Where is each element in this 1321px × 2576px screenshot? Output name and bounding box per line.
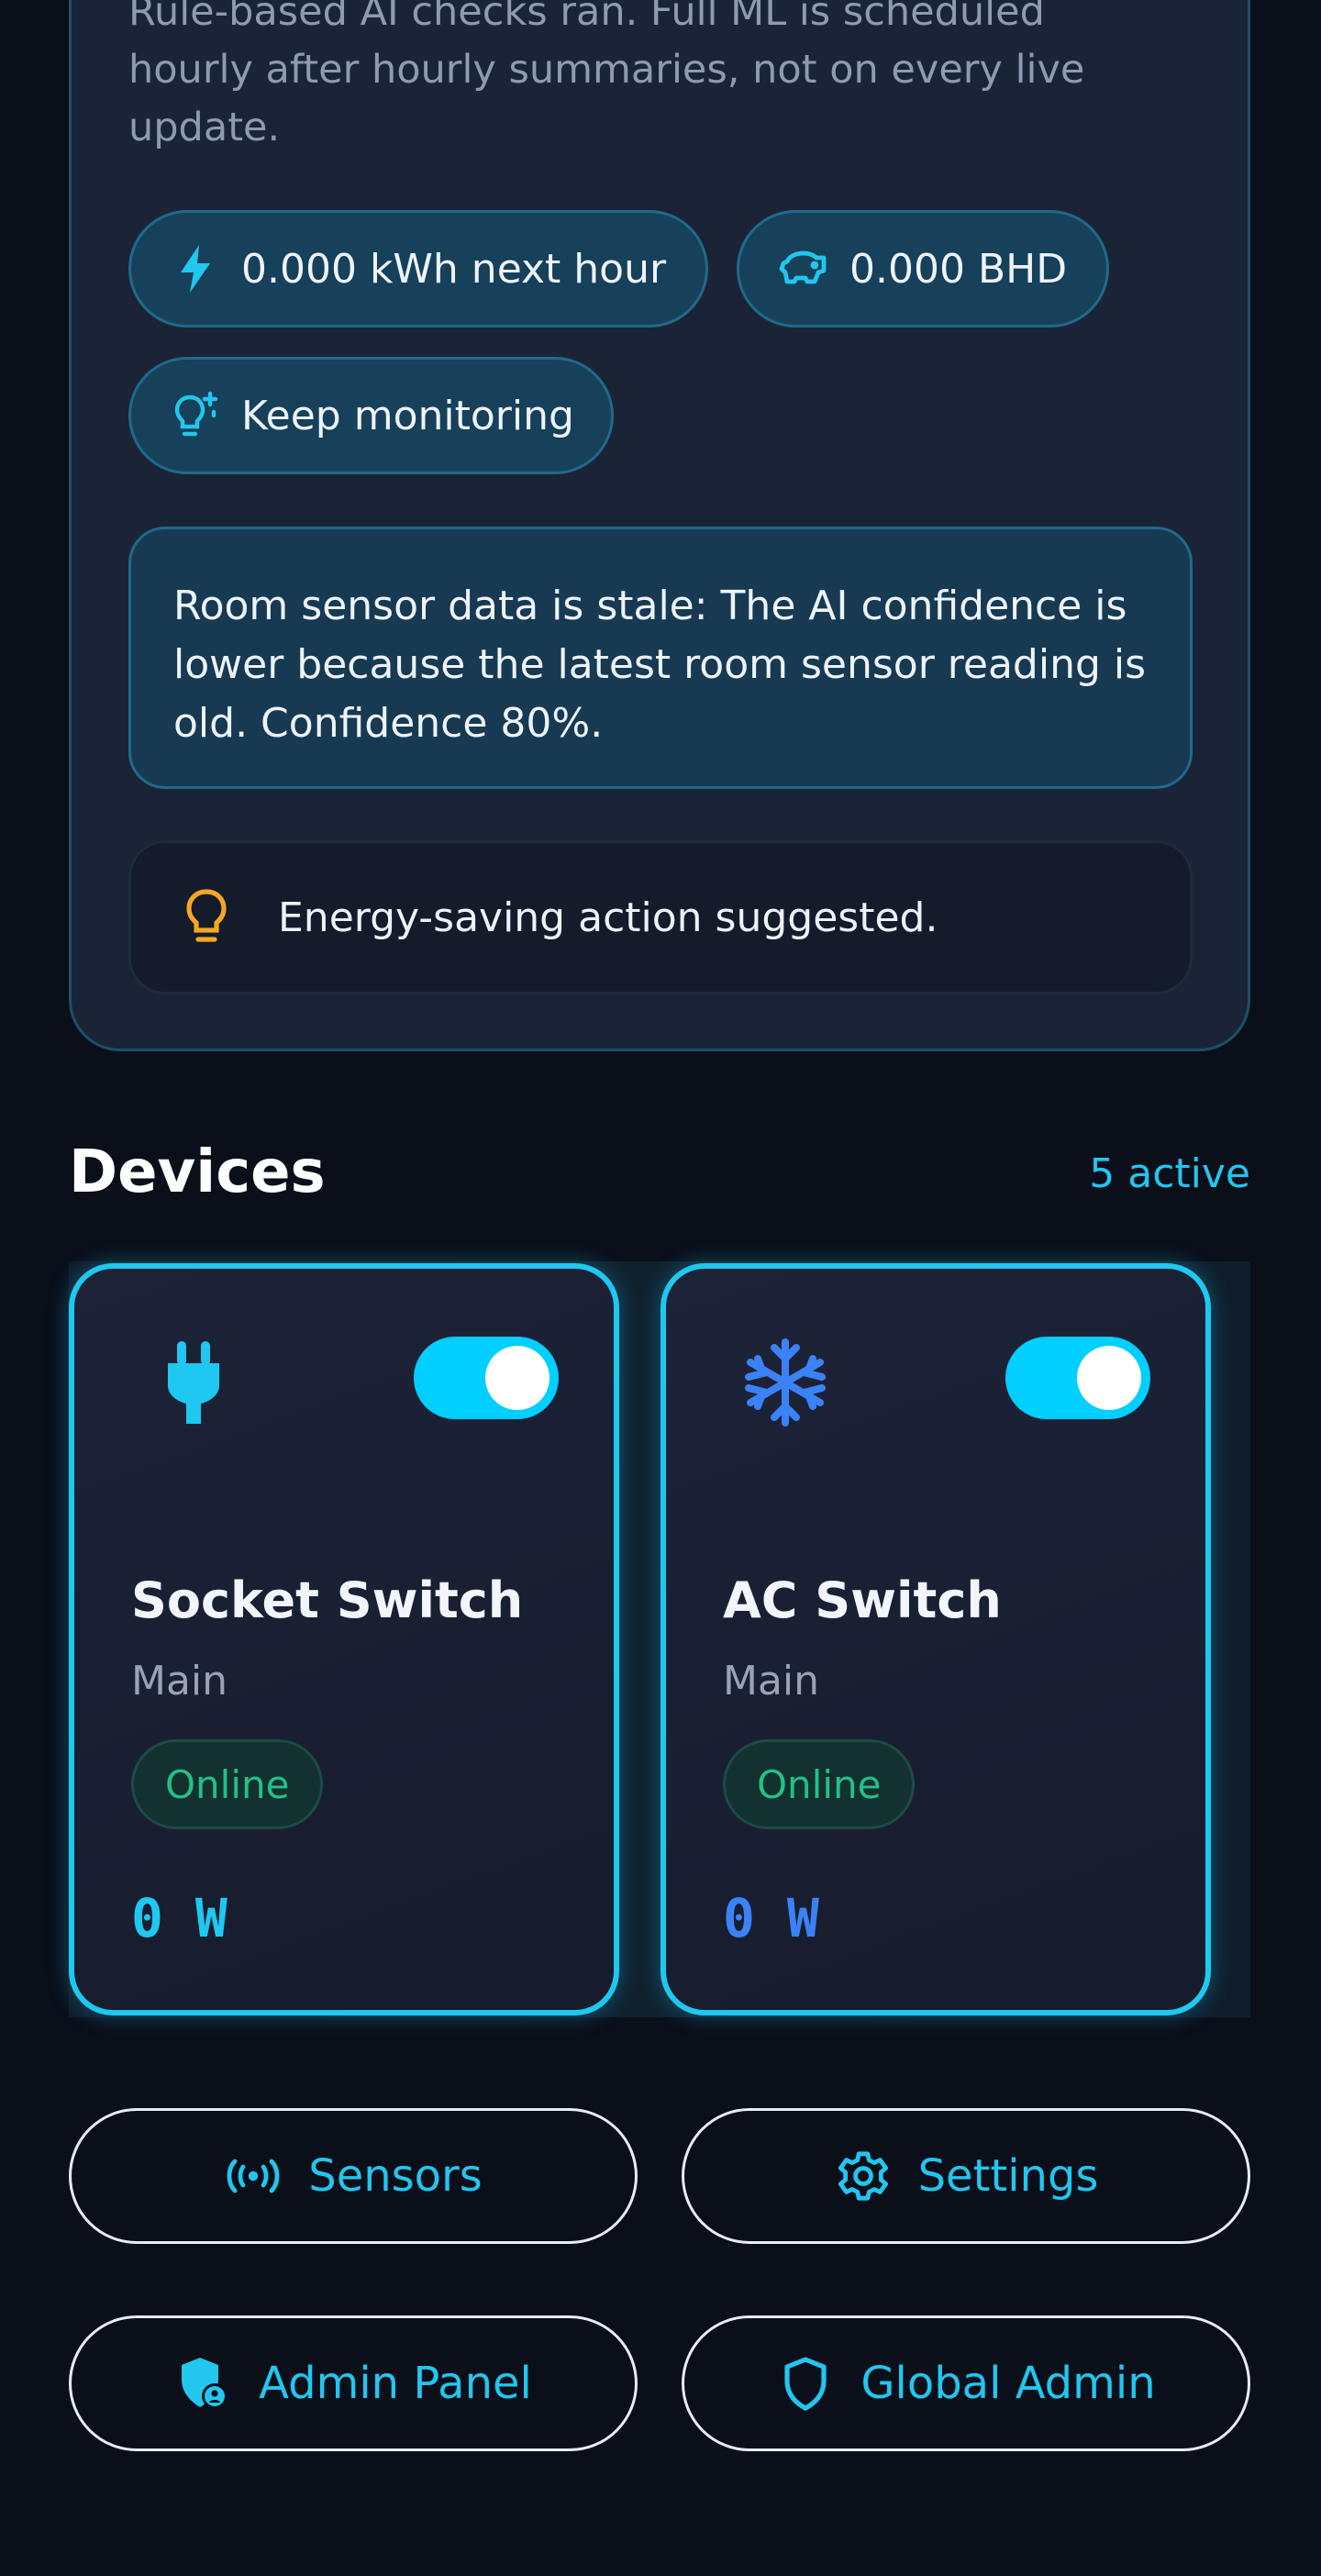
socket-switch-toggle[interactable] [414,1337,559,1419]
settings-label: Settings [917,2150,1099,2202]
global-admin-button[interactable]: Global Admin [682,2315,1250,2451]
cost-forecast-label: 0.000 BHD [849,245,1068,293]
energy-forecast-label: 0.000 kWh next hour [241,245,667,293]
toggle-knob [1077,1346,1141,1410]
cost-forecast-chip: 0.000 BHD [737,210,1109,328]
snowflake-icon [739,1337,831,1428]
gear-icon [834,2147,893,2205]
device-room: Main [131,1658,228,1704]
lightning-icon [170,243,221,294]
active-devices-count: 5 active [1089,1150,1250,1197]
plug-icon [148,1337,239,1428]
action-chip: Keep monitoring [128,357,614,474]
ai-description: Rule-based AI checks ran. Full ML is sch… [128,0,1085,150]
suggestion-banner: Energy-saving action suggested. [128,840,1193,994]
ac-switch-toggle[interactable] [1005,1337,1150,1419]
lightbulb-sparkle-icon [170,390,221,441]
device-power: 0 W [723,1887,819,1949]
status-badge: Online [131,1739,324,1829]
action-label: Keep monitoring [241,392,574,439]
global-admin-label: Global Admin [860,2358,1156,2409]
device-room: Main [723,1658,820,1704]
admin-panel-label: Admin Panel [259,2358,532,2409]
shield-icon [776,2354,835,2413]
lightbulb-icon [179,885,234,949]
shield-user-icon [174,2354,233,2413]
device-card-socket-switch[interactable]: Socket Switch Main Online 0 W [69,1263,619,2015]
sensors-label: Sensors [308,2150,483,2202]
energy-forecast-chip: 0.000 kWh next hour [128,210,708,328]
sensors-button[interactable]: Sensors [69,2108,638,2244]
device-card-ac-switch[interactable]: AC Switch Main Online 0 W [660,1263,1211,2015]
settings-button[interactable]: Settings [682,2108,1250,2244]
status-badge: Online [723,1739,916,1829]
suggestion-text: Energy-saving action suggested. [278,894,938,941]
admin-panel-button[interactable]: Admin Panel [69,2315,638,2451]
devices-heading: Devices [69,1138,326,1206]
device-power: 0 W [131,1887,228,1949]
broadcast-icon [224,2147,283,2205]
device-name: Socket Switch [131,1571,524,1629]
stale-data-note: Room sensor data is stale: The AI confid… [128,527,1193,789]
toggle-knob [485,1346,549,1410]
device-name: AC Switch [723,1571,1002,1629]
piggy-bank-icon [778,243,829,294]
